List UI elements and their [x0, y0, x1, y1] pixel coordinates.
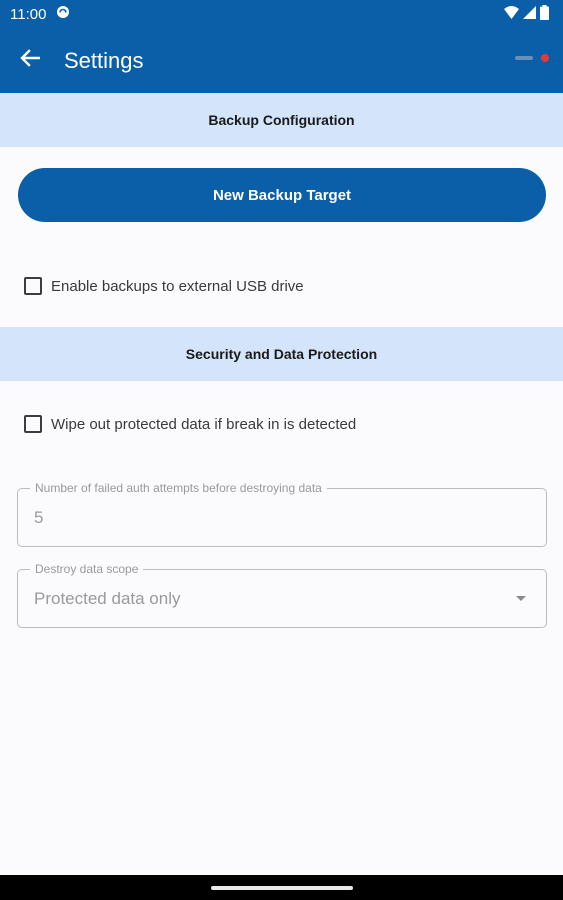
sync-icon	[56, 5, 70, 23]
recording-indicator	[515, 54, 549, 62]
section-title: Security and Data Protection	[185, 346, 378, 362]
field-value: 5	[34, 508, 44, 527]
wifi-icon	[504, 5, 519, 23]
usb-backup-checkbox[interactable]	[24, 277, 42, 295]
dropdown-arrow-icon	[516, 596, 526, 601]
app-bar: Settings	[0, 28, 563, 93]
home-handle[interactable]	[210, 885, 353, 890]
section-title: Backup Configuration	[208, 112, 355, 128]
battery-icon	[540, 4, 549, 24]
wipe-data-checkbox-row[interactable]: Wipe out protected data if break in is d…	[24, 412, 356, 436]
section-header-security: Security and Data Protection	[0, 327, 563, 381]
destroy-scope-dropdown[interactable]: Destroy data scope Protected data only	[17, 562, 547, 628]
checkbox-label: Wipe out protected data if break in is d…	[51, 415, 357, 433]
wipe-data-checkbox[interactable]	[24, 415, 42, 433]
status-time: 11:00	[10, 5, 47, 23]
signal-icon	[523, 5, 536, 23]
system-nav-bar	[0, 875, 563, 900]
recording-dot-icon	[541, 54, 549, 62]
back-button[interactable]	[0, 28, 60, 93]
failed-attempts-field[interactable]: Number of failed auth attempts before de…	[17, 481, 547, 547]
new-backup-target-button[interactable]: New Backup Target	[18, 168, 546, 222]
page-title: Settings	[64, 47, 144, 73]
usb-backup-checkbox-row[interactable]: Enable backups to external USB drive	[24, 274, 304, 298]
field-label: Destroy data scope	[30, 562, 144, 576]
checkbox-label: Enable backups to external USB drive	[51, 277, 304, 295]
field-label: Number of failed auth attempts before de…	[30, 481, 327, 495]
section-header-backup: Backup Configuration	[0, 93, 563, 147]
arrow-back-icon	[20, 49, 41, 72]
indicator-bar-icon	[515, 56, 533, 60]
dropdown-selected-value: Protected data only	[34, 589, 181, 608]
status-bar: 11:00	[0, 0, 563, 28]
